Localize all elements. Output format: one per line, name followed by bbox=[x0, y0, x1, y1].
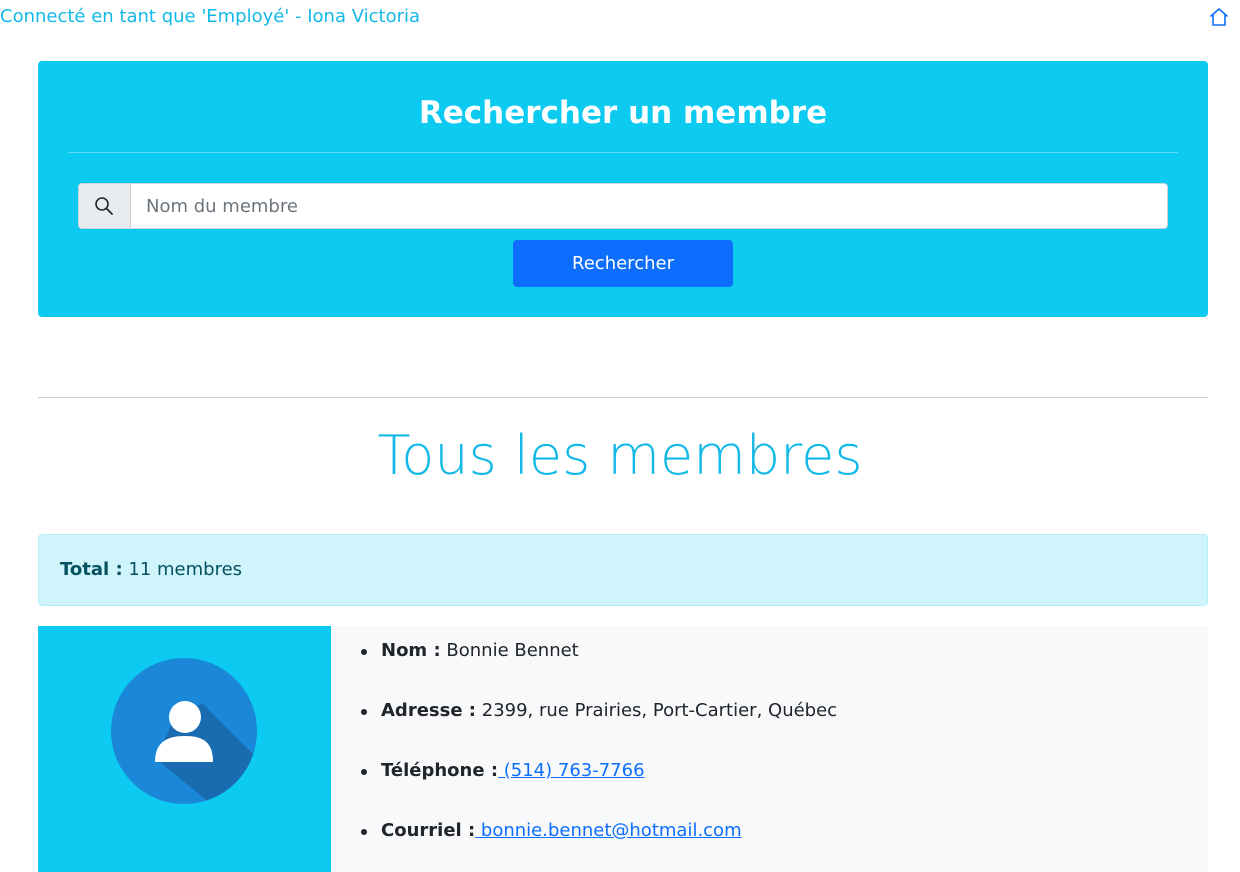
search-addon bbox=[79, 184, 131, 228]
login-status: Connecté en tant que 'Employé' - Iona Vi… bbox=[0, 6, 421, 27]
member-card: Nom : Bonnie Bennet Adresse : 2399, rue … bbox=[38, 626, 1208, 872]
member-address: 2399, rue Prairies, Port-Cartier, Québec bbox=[481, 700, 838, 721]
search-title: Rechercher un membre bbox=[418, 95, 828, 131]
search-input-group bbox=[78, 183, 1168, 229]
name-label: Nom : bbox=[381, 640, 441, 661]
member-email-link[interactable]: bonnie.bennet@hotmail.com bbox=[475, 820, 742, 841]
member-avatar-panel bbox=[38, 626, 331, 872]
total-alert: Total : 11 membres bbox=[38, 534, 1208, 606]
address-label: Adresse : bbox=[381, 700, 477, 721]
member-name: Bonnie Bennet bbox=[446, 640, 579, 661]
member-address-row: Adresse : 2399, rue Prairies, Port-Carti… bbox=[360, 700, 838, 721]
top-bar: Connecté en tant que 'Employé' - Iona Vi… bbox=[0, 0, 1240, 36]
total-value: 11 membres bbox=[128, 559, 243, 580]
members-title: Tous les membres bbox=[377, 424, 863, 487]
member-phone-row: Téléphone : (514) 763-7766 bbox=[361, 760, 645, 781]
member-email-row: Courriel : bonnie.bennet@hotmail.com bbox=[361, 820, 742, 841]
search-button[interactable]: Rechercher bbox=[513, 240, 733, 287]
user-avatar-icon bbox=[111, 658, 257, 804]
section-divider bbox=[38, 397, 1208, 398]
total-text: Total : 11 membres bbox=[60, 559, 242, 580]
search-icon bbox=[95, 197, 113, 215]
member-name-row: Nom : Bonnie Bennet bbox=[361, 640, 579, 661]
search-panel: Rechercher un membre Rechercher bbox=[38, 61, 1208, 317]
total-label: Total : bbox=[60, 559, 123, 580]
home-icon[interactable] bbox=[1208, 6, 1230, 28]
email-label: Courriel : bbox=[381, 820, 476, 841]
search-divider bbox=[68, 152, 1178, 153]
phone-label: Téléphone : bbox=[381, 760, 499, 781]
member-phone-link[interactable]: (514) 763-7766 bbox=[498, 760, 645, 781]
member-info: Nom : Bonnie Bennet Adresse : 2399, rue … bbox=[331, 626, 1208, 872]
member-name-input[interactable] bbox=[131, 184, 1167, 228]
